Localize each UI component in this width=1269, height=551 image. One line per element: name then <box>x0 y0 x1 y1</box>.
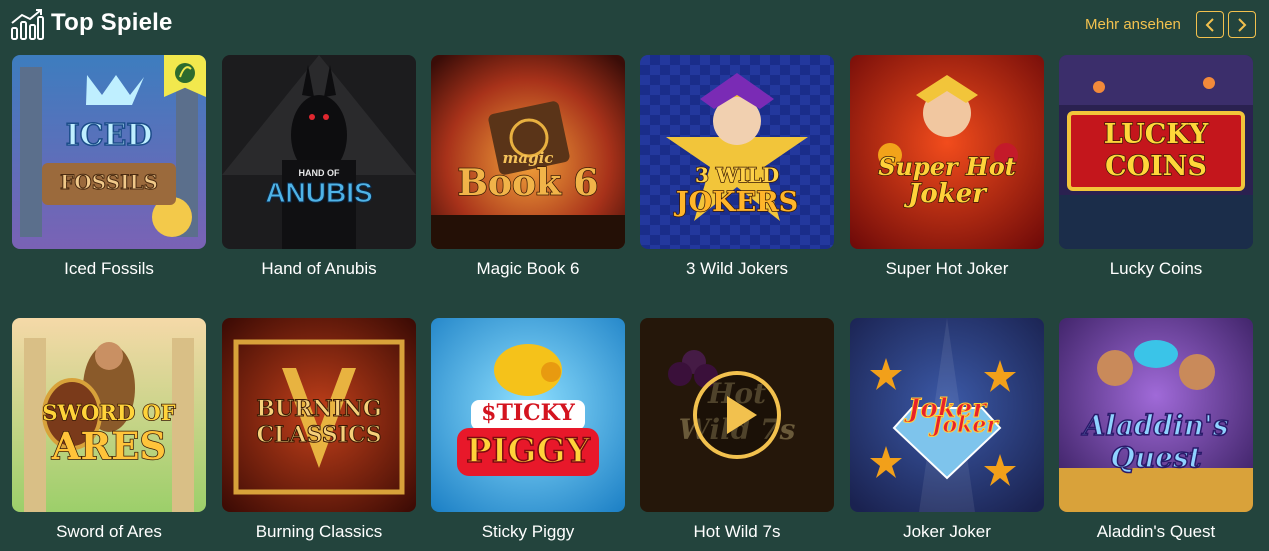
game-art-title: ANUBIS <box>265 177 373 208</box>
game-art-subtitle: Joker <box>907 179 986 209</box>
game-thumbnail[interactable]: Aladdin's Quest <box>1059 318 1253 512</box>
prev-button[interactable] <box>1196 11 1224 38</box>
game-art-kicker: 3 WILD <box>694 163 780 187</box>
game-tile-sticky-piggy[interactable]: $TICKY PIGGY Sticky Piggy <box>431 318 625 541</box>
game-name[interactable]: Burning Classics <box>222 522 416 542</box>
game-tile-joker-joker[interactable]: Joker Joker Joker Joker <box>850 318 1044 541</box>
game-thumbnail[interactable]: 3 WILD JOKERS <box>640 55 834 249</box>
game-name[interactable]: Magic Book 6 <box>431 259 625 279</box>
game-name[interactable]: Super Hot Joker <box>850 259 1044 279</box>
game-name[interactable]: Joker Joker <box>850 522 1044 542</box>
game-thumbnail[interactable]: Hot Wild 7s <box>640 318 834 512</box>
game-name[interactable]: Lucky Coins <box>1059 259 1253 279</box>
game-art-title: Super Hot <box>877 152 1016 181</box>
game-art-title: Book 6 <box>457 162 599 204</box>
game-tile-burning-classics[interactable]: BURNING CLASSICS Burning Classics <box>222 318 416 541</box>
game-art-subtitle: COINS <box>1104 151 1207 182</box>
game-thumbnail[interactable]: magic Book 6 <box>431 55 625 249</box>
game-art-subtitle: ARES <box>51 424 167 468</box>
game-art-title: JOKERS <box>675 187 799 218</box>
game-tile-super-hot-joker[interactable]: Super Hot Joker Super Hot Joker <box>850 55 1044 278</box>
game-tile-aladdins-quest[interactable]: Aladdin's Quest Aladdin's Quest <box>1059 318 1253 541</box>
game-art-title: ICED <box>65 118 153 153</box>
game-thumbnail[interactable]: Joker Joker <box>850 318 1044 512</box>
chevron-right-icon <box>1238 17 1247 32</box>
game-thumbnail[interactable]: HAND OF ANUBIS <box>222 55 416 249</box>
game-name[interactable]: Sticky Piggy <box>431 522 625 542</box>
game-art-subtitle: CLASSICS <box>256 422 382 448</box>
section-header: Top Spiele Mehr ansehen <box>0 0 1269 50</box>
bar-chart-trend-icon <box>11 9 44 40</box>
game-name[interactable]: Hot Wild 7s <box>640 522 834 542</box>
game-thumbnail[interactable]: BURNING CLASSICS <box>222 318 416 512</box>
game-tile-3-wild-jokers[interactable]: 3 WILD JOKERS 3 Wild Jokers <box>640 55 834 278</box>
game-name[interactable]: Hand of Anubis <box>222 259 416 279</box>
game-thumbnail[interactable]: $TICKY PIGGY <box>431 318 625 512</box>
game-thumbnail[interactable]: ICED FOSSILS <box>12 55 206 249</box>
game-tile-lucky-coins[interactable]: LUCKY COINS Lucky Coins <box>1059 55 1253 278</box>
next-button[interactable] <box>1228 11 1256 38</box>
game-art-title: LUCKY <box>1103 119 1209 150</box>
see-more-link[interactable]: Mehr ansehen <box>1085 16 1181 33</box>
play-button-icon[interactable] <box>692 370 782 460</box>
game-tile-hand-of-anubis[interactable]: HAND OF ANUBIS Hand of Anubis <box>222 55 416 278</box>
game-thumbnail[interactable]: Super Hot Joker <box>850 55 1044 249</box>
game-tile-hot-wild-7s[interactable]: Hot Wild 7s Hot Wild 7s <box>640 318 834 541</box>
game-art-subtitle: PIGGY <box>465 431 590 471</box>
game-name[interactable]: Aladdin's Quest <box>1059 522 1253 542</box>
game-tile-magic-book-6[interactable]: magic Book 6 Magic Book 6 <box>431 55 625 278</box>
game-art-title: BURNING <box>256 396 382 422</box>
game-name[interactable]: Iced Fossils <box>12 259 206 279</box>
game-name[interactable]: 3 Wild Jokers <box>640 259 834 279</box>
game-art-title: $TICKY <box>481 400 575 426</box>
game-art-subtitle: Joker <box>932 412 999 438</box>
section-title: Top Spiele <box>51 9 173 36</box>
game-art-title: SWORD OF <box>42 400 177 425</box>
game-art-title: Aladdin's <box>1083 409 1230 442</box>
chevron-left-icon <box>1205 17 1214 32</box>
game-thumbnail[interactable]: SWORD OF ARES <box>12 318 206 512</box>
game-tile-sword-of-ares[interactable]: SWORD OF ARES Sword of Ares <box>12 318 206 541</box>
game-art-subtitle: FOSSILS <box>60 170 159 194</box>
game-thumbnail[interactable]: LUCKY COINS <box>1059 55 1253 249</box>
game-art-subtitle: Quest <box>1110 441 1203 474</box>
game-tile-iced-fossils[interactable]: ICED FOSSILS Iced Fossils <box>12 55 206 278</box>
game-name[interactable]: Sword of Ares <box>12 522 206 542</box>
